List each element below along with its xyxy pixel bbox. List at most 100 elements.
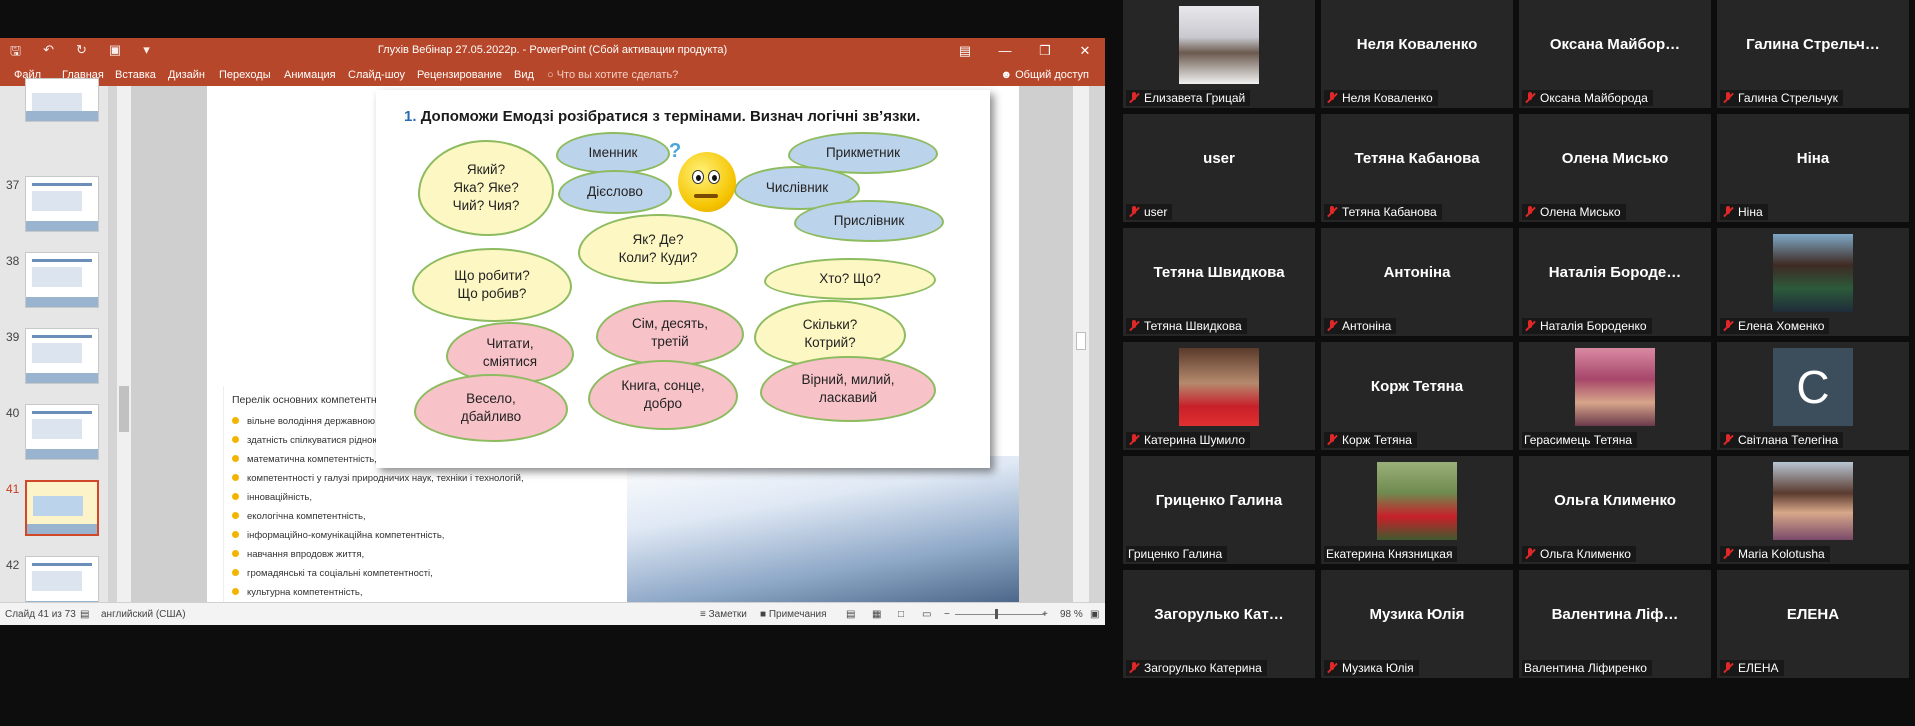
scroll-thumb[interactable] (119, 386, 129, 432)
participant-label: Наталія Бороденко (1522, 318, 1652, 334)
participant-tile[interactable]: Оксана Майбор… Оксана Майборода (1519, 0, 1711, 108)
share-button[interactable]: ☻ Общий доступ (1000, 69, 1089, 81)
zoom-in-icon[interactable]: + (1042, 609, 1048, 620)
thumb-content (32, 571, 82, 591)
question-mark-icon: ? (669, 140, 682, 162)
thumb-book (26, 297, 98, 307)
thumbnail-39[interactable]: 39 (0, 328, 108, 400)
scroll-thumb[interactable] (1076, 332, 1086, 350)
fit-slide-icon[interactable]: ▣ (1090, 609, 1099, 620)
participant-tile[interactable]: Наталія Бороде… Наталія Бороденко (1519, 228, 1711, 336)
participant-tile[interactable]: Тетяна Швидкова Тетяна Швидкова (1123, 228, 1315, 336)
slide-scrollbar[interactable] (1073, 86, 1089, 602)
comments-button[interactable]: ■ Примечания (760, 609, 827, 620)
tab-review[interactable]: Рецензирование (417, 69, 502, 81)
participant-video (1377, 462, 1457, 540)
participant-label: Катерина Шумило (1126, 432, 1251, 448)
participant-tile[interactable]: Гриценко Галина Гриценко Галина (1123, 456, 1315, 564)
slide-sorter-icon[interactable]: ▦ (872, 609, 881, 620)
close-icon[interactable]: ✕ (1065, 38, 1105, 64)
muted-mic-icon (1722, 206, 1734, 218)
muted-mic-icon (1326, 92, 1338, 104)
slide-thumbnail (25, 404, 99, 460)
tab-animations[interactable]: Анимация (284, 69, 336, 81)
participant-tile[interactable]: Екатерина Князницкая (1321, 456, 1513, 564)
thumbnail-38[interactable]: 38 (0, 252, 108, 324)
participant-tile[interactable]: user user (1123, 114, 1315, 222)
participant-label: Ніна (1720, 204, 1768, 220)
restore-icon[interactable]: ❐ (1025, 38, 1065, 64)
tell-me-box[interactable]: ○ Что вы хотите сделать? (547, 69, 678, 81)
slide-number: 37 (6, 178, 20, 192)
participant-tile[interactable]: Тетяна Кабанова Тетяна Кабанова (1321, 114, 1513, 222)
comment-icon: ■ (760, 609, 769, 620)
tab-insert[interactable]: Вставка (115, 69, 156, 81)
cloud-faithful: Вірний, милий, ласкавий (760, 356, 936, 422)
language-indicator[interactable]: английский (США) (101, 609, 186, 620)
participant-name: Ольга Клименко (1554, 492, 1676, 509)
ribbon-display-icon[interactable]: ▤ (945, 38, 985, 64)
participant-name: Валентина Ліф… (1551, 606, 1679, 623)
slide-number: 42 (6, 558, 20, 572)
thumbnail-37[interactable]: 37 (0, 176, 108, 248)
slideshow-view-icon[interactable]: ▭ (922, 609, 931, 620)
participant-label-text: Ніна (1738, 205, 1763, 219)
participant-video (1179, 6, 1259, 84)
cloud-which: Який? Яка? Яке? Чий? Чия? (418, 140, 554, 236)
participant-tile[interactable]: Антоніна Антоніна (1321, 228, 1513, 336)
participant-label: Елизавета Грицай (1126, 90, 1251, 106)
list-item: компетентності у галузі природничих наук… (232, 473, 524, 484)
normal-view-icon[interactable]: ▤ (846, 609, 855, 620)
thumbnail-41[interactable]: 41 (0, 480, 108, 552)
cloud-what-to-do: Що робити? Що робив? (412, 248, 572, 322)
status-bar: Слайд 41 из 73 ▤ английский (США) ≡ Заме… (0, 602, 1105, 625)
participant-name: Олена Мисько (1561, 150, 1669, 167)
tab-transitions[interactable]: Переходы (219, 69, 271, 81)
spellcheck-icon[interactable]: ▤ (80, 609, 89, 620)
thumb-content (32, 191, 82, 211)
participant-tile[interactable]: Елизавета Грицай (1123, 0, 1315, 108)
thumb-book (26, 449, 98, 459)
tab-slideshow[interactable]: Слайд-шоу (348, 69, 405, 81)
participant-tile[interactable]: Загорулько Кат… Загорулько Катерина (1123, 570, 1315, 678)
zoom-out-icon[interactable]: − (944, 609, 950, 620)
participant-label-text: Світлана Телегіна (1738, 433, 1839, 447)
slide-thumbnail-active (25, 480, 99, 536)
zoom-slider[interactable] (955, 609, 1045, 619)
muted-mic-icon (1128, 320, 1140, 332)
notes-button[interactable]: ≡ Заметки (700, 609, 747, 620)
avatar: С (1773, 348, 1853, 426)
zoom-level[interactable]: 98 % (1060, 609, 1083, 620)
tab-view[interactable]: Вид (514, 69, 534, 81)
participant-tile[interactable]: Герасимець Тетяна (1519, 342, 1711, 450)
participant-tile[interactable]: ЕЛЕНА ЕЛЕНА (1717, 570, 1909, 678)
reading-view-icon[interactable]: □ (898, 609, 904, 620)
participant-tile[interactable]: Елена Хоменко (1717, 228, 1909, 336)
thumbnail-40[interactable]: 40 (0, 404, 108, 476)
participant-tile[interactable]: Ніна Ніна (1717, 114, 1909, 222)
participant-tile[interactable]: Олена Мисько Олена Мисько (1519, 114, 1711, 222)
participant-tile[interactable]: Галина Стрельч… Галина Стрельчук (1717, 0, 1909, 108)
muted-mic-icon (1524, 548, 1536, 560)
thumbnail-partial[interactable] (0, 78, 108, 150)
tab-design[interactable]: Дизайн (168, 69, 205, 81)
participant-tile[interactable]: Музика Юлія Музика Юлія (1321, 570, 1513, 678)
minimize-icon[interactable]: — (985, 38, 1025, 64)
list-item: громадянські та соціальні компетентності… (232, 568, 433, 579)
exercise-picture[interactable]: 1. Допоможи Емодзі розібратися з терміна… (376, 90, 990, 468)
participant-tile[interactable]: С Світлана Телегіна (1717, 342, 1909, 450)
participant-tile[interactable]: Ольга Клименко Ольга Клименко (1519, 456, 1711, 564)
participant-tile[interactable]: Корж Тетяна Корж Тетяна (1321, 342, 1513, 450)
zoom-slider-thumb[interactable] (995, 609, 999, 619)
participant-tile[interactable]: Maria Kolotusha (1717, 456, 1909, 564)
participant-label: Ольга Клименко (1522, 546, 1636, 562)
thumbnail-scrollbar[interactable] (117, 86, 131, 602)
participant-label-text: Елена Хоменко (1738, 319, 1825, 333)
participant-tile[interactable]: Валентина Ліф… Валентина Ліфиренко (1519, 570, 1711, 678)
participant-tile[interactable]: Катерина Шумило (1123, 342, 1315, 450)
slide-thumbnail (25, 328, 99, 384)
cloud-adverb: Прислівник (794, 200, 944, 242)
screen: { "ppt": { "window_title": "Глухів Вебін… (0, 0, 1915, 726)
participant-label-text: Олена Мисько (1540, 205, 1621, 219)
participant-tile[interactable]: Неля Коваленко Неля Коваленко (1321, 0, 1513, 108)
